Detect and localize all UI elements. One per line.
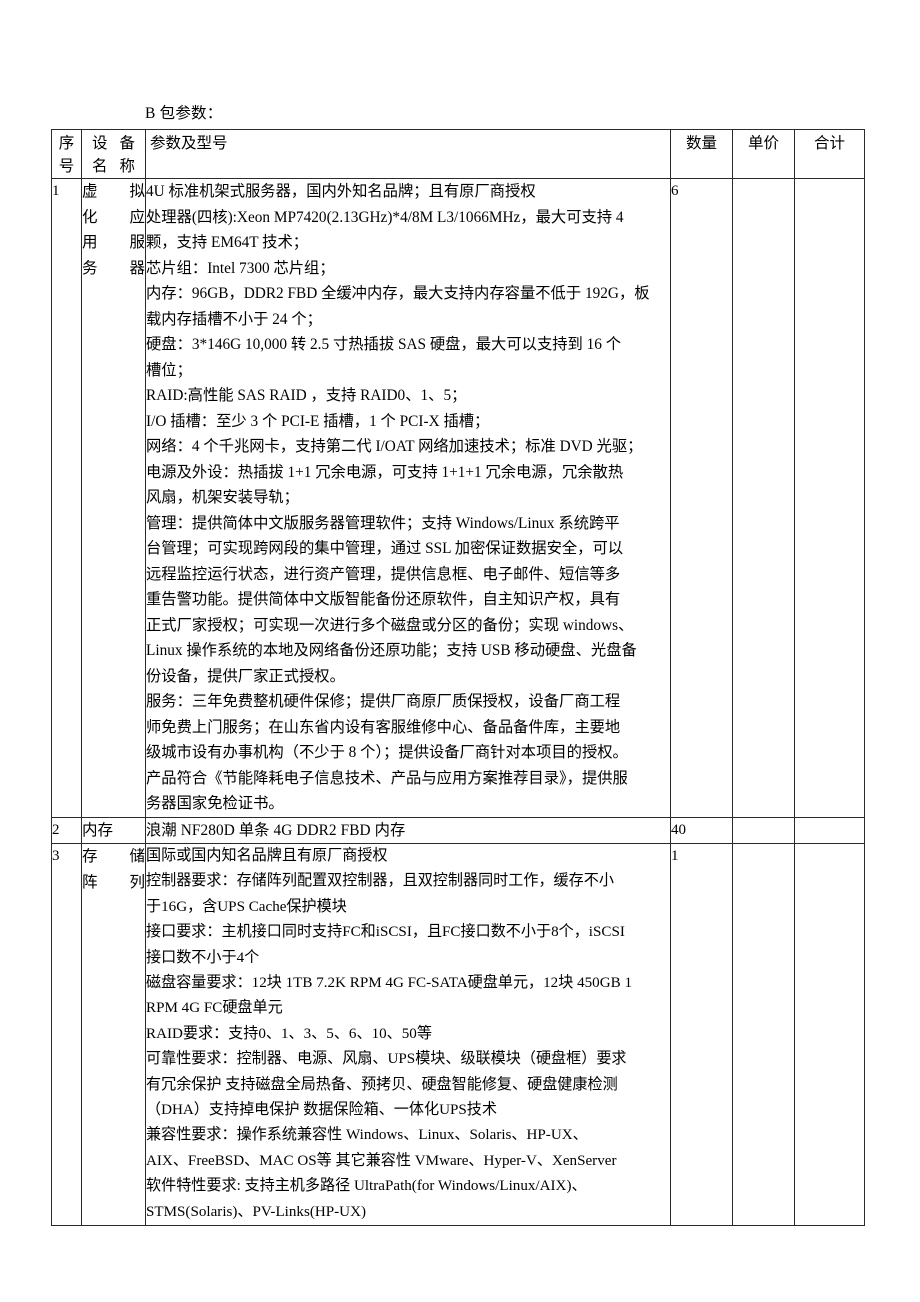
spec-line: 处理器(四核):Xeon MP7420(2.13GHz)*4/8M L3/106… — [146, 208, 624, 226]
row-quantity: 1 — [670, 842, 733, 1227]
spec-line: I/O 插槽：至少 3 个 PCI-E 插槽，1 个 PCI-X 插槽； — [146, 412, 490, 430]
header-total-label: 合计 — [813, 135, 845, 152]
row-quantity: 40 — [670, 816, 733, 844]
device-name-line: 阵 列 — [82, 873, 145, 891]
spec-line: 磁盘容量要求：12块 1TB 7.2K RPM 4G FC-SATA硬盘单元，1… — [146, 975, 633, 992]
header-no-line-2: 号 — [58, 157, 75, 175]
specification-table: 序 号 设 备 名 称 参数及型号 数量 单价 合计 1 虚 拟 化 应 用 服… — [51, 129, 865, 1227]
spec-line: 硬盘：3*146G 10,000 转 2.5 寸热插拔 SAS 硬盘，最大可以支… — [146, 336, 622, 353]
spec-line: 控制器要求：存储阵列配置双控制器，且双控制器同时工作，缓存不小 — [146, 873, 614, 890]
spec-line: 服务：三年免费整机硬件保修；提供厂商原厂质保授权，设备厂商工程 — [146, 693, 621, 710]
spec-line: 电源及外设：热插拔 1+1 冗余电源，可支持 1+1+1 冗余电源，冗余散热 — [146, 463, 624, 481]
header-qty-label: 数量 — [685, 135, 717, 152]
spec-line: 兼容性要求：操作系统兼容性 Windows、Linux、Solaris、HP-U… — [146, 1127, 588, 1144]
spec-line: 颗，支持 EM64T 技术； — [146, 234, 309, 251]
spec-line: 接口要求：主机接口同时支持FC和iSCSI，且FC接口数不小于8个，iSCSI — [146, 924, 625, 941]
device-name-line: 化 应 — [82, 208, 145, 226]
device-name-line: 存 储 — [82, 848, 145, 865]
header-price-label: 单价 — [747, 135, 779, 152]
header-cell-spec: 参数及型号 — [145, 129, 671, 179]
row-no: 1 — [51, 178, 82, 818]
header-name-line-1: 设 备 — [92, 135, 135, 152]
spec-line: 芯片组：Intel 7300 芯片组； — [146, 259, 335, 277]
row-total — [794, 178, 865, 818]
header-cell-price: 单价 — [732, 129, 795, 179]
device-name-line: 务 器 — [82, 259, 145, 277]
spec-line: 远程监控运行状态，进行资产管理，提供信息框、电子邮件、短信等多 — [146, 565, 621, 583]
row-no: 2 — [51, 816, 82, 844]
spec-line: 产品符合《节能降耗电子信息技术、产品与应用方案推荐目录》，提供服 — [146, 769, 628, 787]
header-cell-name: 设 备 名 称 — [81, 129, 146, 179]
row-specification: 4U 标准机架式服务器，国内外知名品牌；且有原厂商授权 处理器(四核):Xeon… — [145, 178, 671, 818]
device-name-line: 虚 拟 — [82, 183, 145, 200]
row-no: 3 — [51, 842, 82, 1227]
spec-line: 风扇，机架安装导轨； — [146, 489, 299, 506]
row-device-name: 虚 拟 化 应 用 服 务 器 — [81, 178, 146, 818]
row-quantity: 6 — [670, 178, 733, 818]
spec-line: 可靠性要求：控制器、电源、风扇、UPS模块、级联模块（硬盘框）要求 — [146, 1051, 627, 1068]
spec-line: 国际或国内知名品牌且有原厂商授权 — [146, 848, 388, 864]
document-page: B 包参数： 序 号 设 备 名 称 参数及型号 数量 单价 合计 1 虚 拟 … — [0, 0, 920, 1302]
header-spec-label: 参数及型号 — [150, 135, 228, 152]
spec-line: RAID:高性能 SAS RAID ，支持 RAID0、1、5； — [146, 387, 467, 404]
spec-line: 4U 标准机架式服务器，国内外知名品牌；且有原厂商授权 — [146, 183, 536, 200]
spec-line: STMS(Solaris)、PV-Links(HP-UX) — [146, 1203, 367, 1220]
header-cell-total: 合计 — [794, 129, 865, 179]
row-specification: 国际或国内知名品牌且有原厂商授权 控制器要求：存储阵列配置双控制器，且双控制器同… — [145, 842, 671, 1227]
spec-line: （DHA）支持掉电保护 数据保险箱、一体化UPS技术 — [146, 1102, 497, 1119]
section-caption: B 包参数： — [145, 105, 223, 122]
table-row: 3 存 储 阵 列 国际或国内知名品牌且有原厂商授权 控制器要求：存储阵列配置双… — [51, 842, 865, 1227]
table-row: 2 内存 浪潮 NF280D 单条 4G DDR2 FBD 内存 40 — [51, 816, 865, 844]
spec-line: 正式厂家授权；可实现一次进行多个磁盘或分区的备份；实现 windows、 — [146, 616, 634, 634]
row-unit-price — [732, 842, 795, 1227]
table-row: 1 虚 拟 化 应 用 服 务 器 4U 标准机架式服务器，国内外知名品牌；且有… — [51, 178, 865, 818]
spec-line: 份设备，提供厂家正式授权。 — [146, 667, 345, 685]
device-name-line: 用 服 — [82, 234, 145, 251]
header-name-line-2: 名 称 — [92, 157, 135, 175]
device-name-line: 内存 — [82, 821, 114, 839]
row-total — [794, 842, 865, 1227]
spec-line: 级城市设有办事机构（不少于 8 个）；提供设备厂商针对本项目的授权。 — [146, 744, 628, 761]
spec-line: 于16G，含UPS Cache保护模块 — [146, 898, 347, 915]
row-device-name: 内存 — [81, 816, 146, 844]
spec-line: AIX、FreeBSD、MAC OS等 其它兼容性 VMware、Hyper-V… — [146, 1152, 617, 1169]
spec-line: 网络：4 个千兆网卡，支持第二代 I/OAT 网络加速技术；标准 DVD 光驱； — [146, 438, 643, 455]
row-device-name: 存 储 阵 列 — [81, 842, 146, 1227]
row-total — [794, 816, 865, 844]
spec-line: 有冗余保护 支持磁盘全局热备、预拷贝、硬盘智能修复、硬盘健康检测 — [146, 1076, 618, 1093]
spec-line: 管理：提供简体中文版服务器管理软件；支持 Windows/Linux 系统跨平 — [146, 514, 620, 532]
header-cell-no: 序 号 — [51, 129, 82, 179]
spec-line: 浪潮 NF280D 单条 4G DDR2 FBD 内存 — [146, 821, 406, 839]
row-unit-price — [732, 178, 795, 818]
spec-line: 内存：96GB，DDR2 FBD 全缓冲内存，最大支持内存容量不低于 192G，… — [146, 285, 650, 302]
spec-line: 接口数不小于4个 — [146, 949, 260, 966]
table-header-row: 序 号 设 备 名 称 参数及型号 数量 单价 合计 — [51, 129, 865, 179]
spec-line: 重告警功能。提供简体中文版智能备份还原软件，自主知识产权，具有 — [146, 591, 621, 608]
spec-line: 务器国家免检证书。 — [146, 795, 284, 812]
spec-line: Linux 操作系统的本地及网络备份还原功能；支持 USB 移动硬盘、光盘备 — [146, 642, 637, 659]
spec-line: 师免费上门服务；在山东省内设有客服维修中心、备品备件库，主要地 — [146, 718, 621, 736]
row-unit-price — [732, 816, 795, 844]
row-specification: 浪潮 NF280D 单条 4G DDR2 FBD 内存 — [145, 816, 671, 844]
header-no-line-1: 序 — [58, 135, 75, 152]
spec-line: 槽位； — [146, 361, 192, 379]
spec-line: RAID要求：支持0、1、3、5、6、10、50等 — [146, 1025, 432, 1042]
spec-line: RPM 4G FC硬盘单元 — [146, 1000, 283, 1017]
header-cell-qty: 数量 — [670, 129, 733, 179]
spec-line: 软件特性要求: 支持主机多路径 UltraPath(for Windows/Li… — [146, 1178, 587, 1195]
spec-line: 台管理；可实现跨网段的集中管理，通过 SSL 加密保证数据安全，可以 — [146, 540, 624, 557]
spec-line: 载内存插槽不小于 24 个； — [146, 310, 322, 328]
